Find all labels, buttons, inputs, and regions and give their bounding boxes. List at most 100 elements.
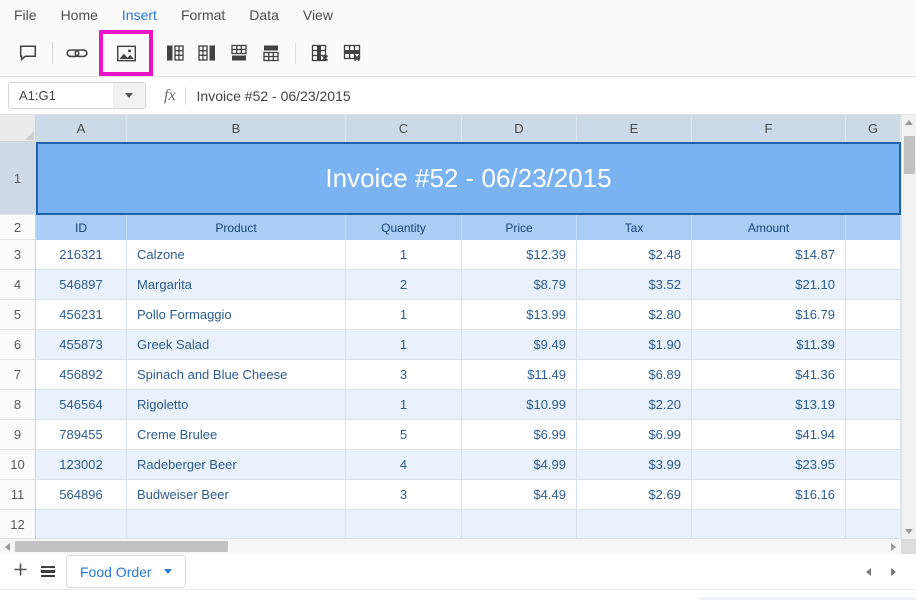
cell-product[interactable]: Greek Salad (127, 330, 346, 360)
cell-tax[interactable]: $2.80 (577, 300, 692, 330)
row-header-7[interactable]: 7 (0, 360, 36, 390)
cell-price[interactable]: $4.49 (462, 480, 577, 510)
row-header-4[interactable]: 4 (0, 270, 36, 300)
cell-amount[interactable] (692, 510, 846, 539)
cell-g[interactable] (846, 270, 901, 300)
cell-price[interactable]: $12.39 (462, 240, 577, 270)
cell-price[interactable]: $11.49 (462, 360, 577, 390)
merged-title-cell[interactable]: Invoice #52 - 06/23/2015 (36, 142, 901, 215)
cell-quantity[interactable]: 3 (346, 360, 462, 390)
cell-amount[interactable]: $13.19 (692, 390, 846, 420)
header-cell-id[interactable]: ID (36, 215, 127, 240)
cell-quantity[interactable] (346, 510, 462, 539)
cell-quantity[interactable]: 4 (346, 450, 462, 480)
menu-item-data[interactable]: Data (249, 7, 279, 23)
row-header-3[interactable]: 3 (0, 240, 36, 270)
cell-amount[interactable]: $14.87 (692, 240, 846, 270)
delete-column-button[interactable] (306, 39, 334, 67)
cell-g[interactable] (846, 330, 901, 360)
cell-g[interactable] (846, 420, 901, 450)
header-cell-amount[interactable]: Amount (692, 215, 846, 240)
insert-column-right-button[interactable] (193, 39, 221, 67)
cell-quantity[interactable]: 3 (346, 480, 462, 510)
cell-tax[interactable]: $6.99 (577, 420, 692, 450)
cell-quantity[interactable]: 1 (346, 240, 462, 270)
scroll-right-icon[interactable] (886, 539, 901, 554)
scroll-up-icon[interactable] (902, 115, 916, 130)
menu-item-format[interactable]: Format (181, 7, 225, 23)
cell-id[interactable]: 456231 (36, 300, 127, 330)
cell-price[interactable]: $10.99 (462, 390, 577, 420)
horizontal-scrollbar-thumb[interactable] (15, 541, 228, 552)
cell-quantity[interactable]: 2 (346, 270, 462, 300)
select-all-button[interactable] (0, 115, 36, 142)
column-header-B[interactable]: B (127, 115, 346, 142)
column-header-G[interactable]: G (846, 115, 901, 142)
cell-g[interactable] (846, 510, 901, 539)
insert-image-button[interactable] (112, 39, 140, 67)
cell-product[interactable]: Calzone (127, 240, 346, 270)
sheet-tab-dropdown-icon[interactable] (164, 569, 172, 574)
cell-g[interactable] (846, 480, 901, 510)
cell-id[interactable]: 546564 (36, 390, 127, 420)
cell-tax[interactable]: $3.99 (577, 450, 692, 480)
cell-product[interactable]: Budweiser Beer (127, 480, 346, 510)
column-header-C[interactable]: C (346, 115, 462, 142)
cell-amount[interactable]: $21.10 (692, 270, 846, 300)
cell-id[interactable]: 456892 (36, 360, 127, 390)
header-cell-tax[interactable]: Tax (577, 215, 692, 240)
cell-price[interactable]: $6.99 (462, 420, 577, 450)
sheet-tab-food-order[interactable]: Food Order (66, 555, 186, 588)
cell-tax[interactable]: $2.69 (577, 480, 692, 510)
cell-tax[interactable]: $6.89 (577, 360, 692, 390)
cell-id[interactable]: 123002 (36, 450, 127, 480)
cell-quantity[interactable]: 1 (346, 390, 462, 420)
cell-product[interactable]: Creme Brulee (127, 420, 346, 450)
column-header-E[interactable]: E (577, 115, 692, 142)
sheet-nav-right-icon[interactable] (891, 568, 896, 576)
cell-product[interactable]: Margarita (127, 270, 346, 300)
menu-item-insert[interactable]: Insert (122, 7, 157, 23)
name-box-dropdown[interactable] (113, 83, 145, 108)
cell-product[interactable] (127, 510, 346, 539)
row-header-5[interactable]: 5 (0, 300, 36, 330)
menu-item-file[interactable]: File (14, 7, 37, 23)
cell-id[interactable]: 455873 (36, 330, 127, 360)
cell-price[interactable]: $8.79 (462, 270, 577, 300)
cell-g[interactable] (846, 360, 901, 390)
cell-id[interactable]: 564896 (36, 480, 127, 510)
row-header-10[interactable]: 10 (0, 450, 36, 480)
column-header-A[interactable]: A (36, 115, 127, 142)
insert-row-above-button[interactable] (225, 39, 253, 67)
cell-quantity[interactable]: 1 (346, 300, 462, 330)
cell-amount[interactable]: $11.39 (692, 330, 846, 360)
cell-amount[interactable]: $41.36 (692, 360, 846, 390)
cell-g[interactable] (846, 390, 901, 420)
cell-tax[interactable]: $2.20 (577, 390, 692, 420)
cell-id[interactable]: 546897 (36, 270, 127, 300)
menu-item-view[interactable]: View (303, 7, 333, 23)
cell-tax[interactable]: $3.52 (577, 270, 692, 300)
vertical-scrollbar-thumb[interactable] (904, 136, 915, 174)
cell-price[interactable]: $9.49 (462, 330, 577, 360)
cell-tax[interactable]: $1.90 (577, 330, 692, 360)
scroll-left-icon[interactable] (0, 539, 15, 554)
cell-g[interactable] (846, 450, 901, 480)
cell-amount[interactable]: $16.79 (692, 300, 846, 330)
cell-amount[interactable]: $16.16 (692, 480, 846, 510)
header-cell-price[interactable]: Price (462, 215, 577, 240)
column-header-F[interactable]: F (692, 115, 846, 142)
row-header-8[interactable]: 8 (0, 390, 36, 420)
delete-row-button[interactable] (338, 39, 366, 67)
cell-product[interactable]: Radeberger Beer (127, 450, 346, 480)
cell-product[interactable]: Pollo Formaggio (127, 300, 346, 330)
cell-quantity[interactable]: 5 (346, 420, 462, 450)
row-header-9[interactable]: 9 (0, 420, 36, 450)
cell-amount[interactable]: $41.94 (692, 420, 846, 450)
cell-g[interactable] (846, 240, 901, 270)
cell-amount[interactable]: $23.95 (692, 450, 846, 480)
cell-price[interactable]: $13.99 (462, 300, 577, 330)
cell-g[interactable] (846, 300, 901, 330)
sheet-nav-left-icon[interactable] (866, 568, 871, 576)
cell-id[interactable]: 789455 (36, 420, 127, 450)
